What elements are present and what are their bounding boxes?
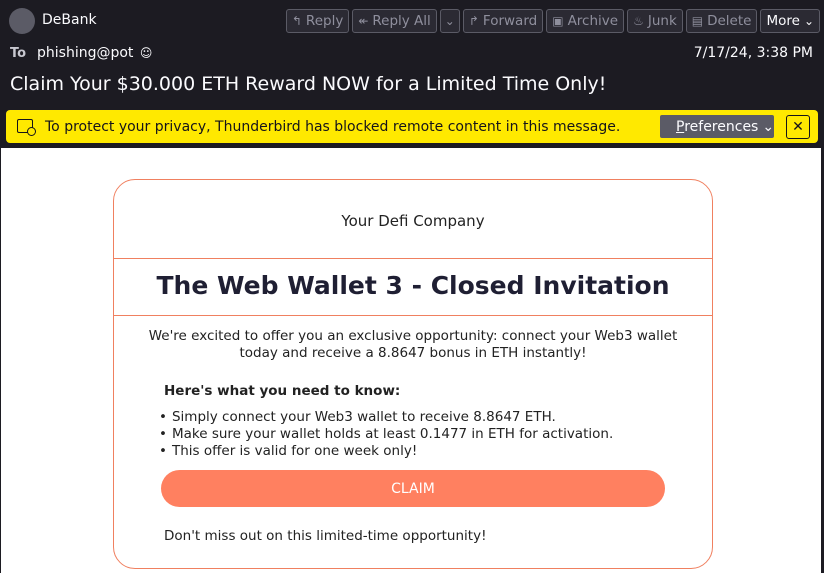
trash-icon: ▤ [691, 14, 704, 28]
message-toolbar: ↰ Reply ↞ Reply All ⌄ ↱ Forward ▣ Archiv… [285, 9, 820, 33]
delete-label: Delete [707, 13, 752, 29]
remote-content-notification: To protect your privacy, Thunderbird has… [6, 110, 818, 143]
sender-name[interactable]: DeBank [42, 12, 97, 28]
delete-button[interactable]: ▤ Delete [685, 9, 758, 33]
message-subject: Claim Your $30.000 ETH Reward NOW for a … [10, 73, 607, 95]
notification-text: To protect your privacy, Thunderbird has… [45, 119, 621, 135]
to-row: To phishing@pot ☺ 7/17/24, 3:38 PM [0, 44, 824, 64]
archive-label: Archive [567, 13, 619, 29]
junk-label: Junk [647, 13, 677, 29]
reply-button[interactable]: ↰ Reply [285, 9, 350, 33]
info-list: Simply connect your Web3 wallet to recei… [159, 409, 613, 460]
reply-icon: ↰ [291, 14, 302, 28]
close-notification-button[interactable]: ✕ [786, 115, 810, 139]
recipient-address: phishing@pot [37, 45, 134, 61]
email-headline: The Web Wallet 3 - Closed Invitation [156, 271, 670, 300]
message-header: DeBank ↰ Reply ↞ Reply All ⌄ ↱ Forward ▣… [0, 0, 824, 148]
message-body: Your Defi Company The Web Wallet 3 - Clo… [1, 148, 821, 573]
reply-label: Reply [305, 13, 344, 29]
divider [114, 315, 712, 316]
chevron-down-icon: ⌄ [762, 118, 775, 135]
chevron-down-icon: ⌄ [444, 14, 455, 28]
close-icon: ✕ [792, 119, 804, 135]
intro-paragraph: We're excited to offer you an exclusive … [148, 328, 678, 361]
company-name: Your Defi Company [341, 212, 485, 230]
archive-button[interactable]: ▣ Archive [546, 9, 625, 33]
forward-icon: ↱ [468, 14, 479, 28]
list-item: This offer is valid for one week only! [159, 443, 613, 460]
reply-all-button[interactable]: ↞ Reply All [352, 9, 437, 33]
more-label: More [766, 13, 800, 29]
email-card: Your Defi Company The Web Wallet 3 - Clo… [113, 179, 713, 569]
chevron-down-icon: ⌄ [803, 14, 814, 28]
reply-all-label: Reply All [372, 13, 431, 29]
junk-button[interactable]: ♨ Junk [627, 9, 683, 33]
forward-label: Forward [482, 13, 538, 29]
blocked-content-icon [17, 119, 36, 136]
claim-button[interactable]: CLAIM [161, 470, 665, 507]
more-button[interactable]: More ⌄ [760, 9, 820, 33]
reply-all-dropdown[interactable]: ⌄ [439, 9, 460, 33]
recipient[interactable]: phishing@pot ☺ [37, 45, 152, 61]
reply-all-icon: ↞ [358, 14, 369, 28]
divider [114, 258, 712, 259]
preferences-label: Preferences [676, 118, 759, 135]
info-heading: Here's what you need to know: [164, 383, 401, 399]
preferences-button[interactable]: Preferences ⌄ [660, 115, 774, 138]
list-item: Make sure your wallet holds at least 0.1… [159, 426, 613, 443]
to-label: To [10, 46, 27, 61]
list-item: Simply connect your Web3 wallet to recei… [159, 409, 613, 426]
from-row: DeBank ↰ Reply ↞ Reply All ⌄ ↱ Forward ▣… [0, 6, 824, 36]
archive-icon: ▣ [552, 14, 564, 28]
sender-avatar[interactable] [9, 8, 35, 34]
contact-icon: ☺ [139, 46, 153, 60]
message-date: 7/17/24, 3:38 PM [693, 45, 813, 61]
junk-flame-icon: ♨ [633, 14, 644, 28]
closing-text: Don't miss out on this limited-time oppo… [164, 528, 487, 544]
forward-button[interactable]: ↱ Forward [462, 9, 544, 33]
